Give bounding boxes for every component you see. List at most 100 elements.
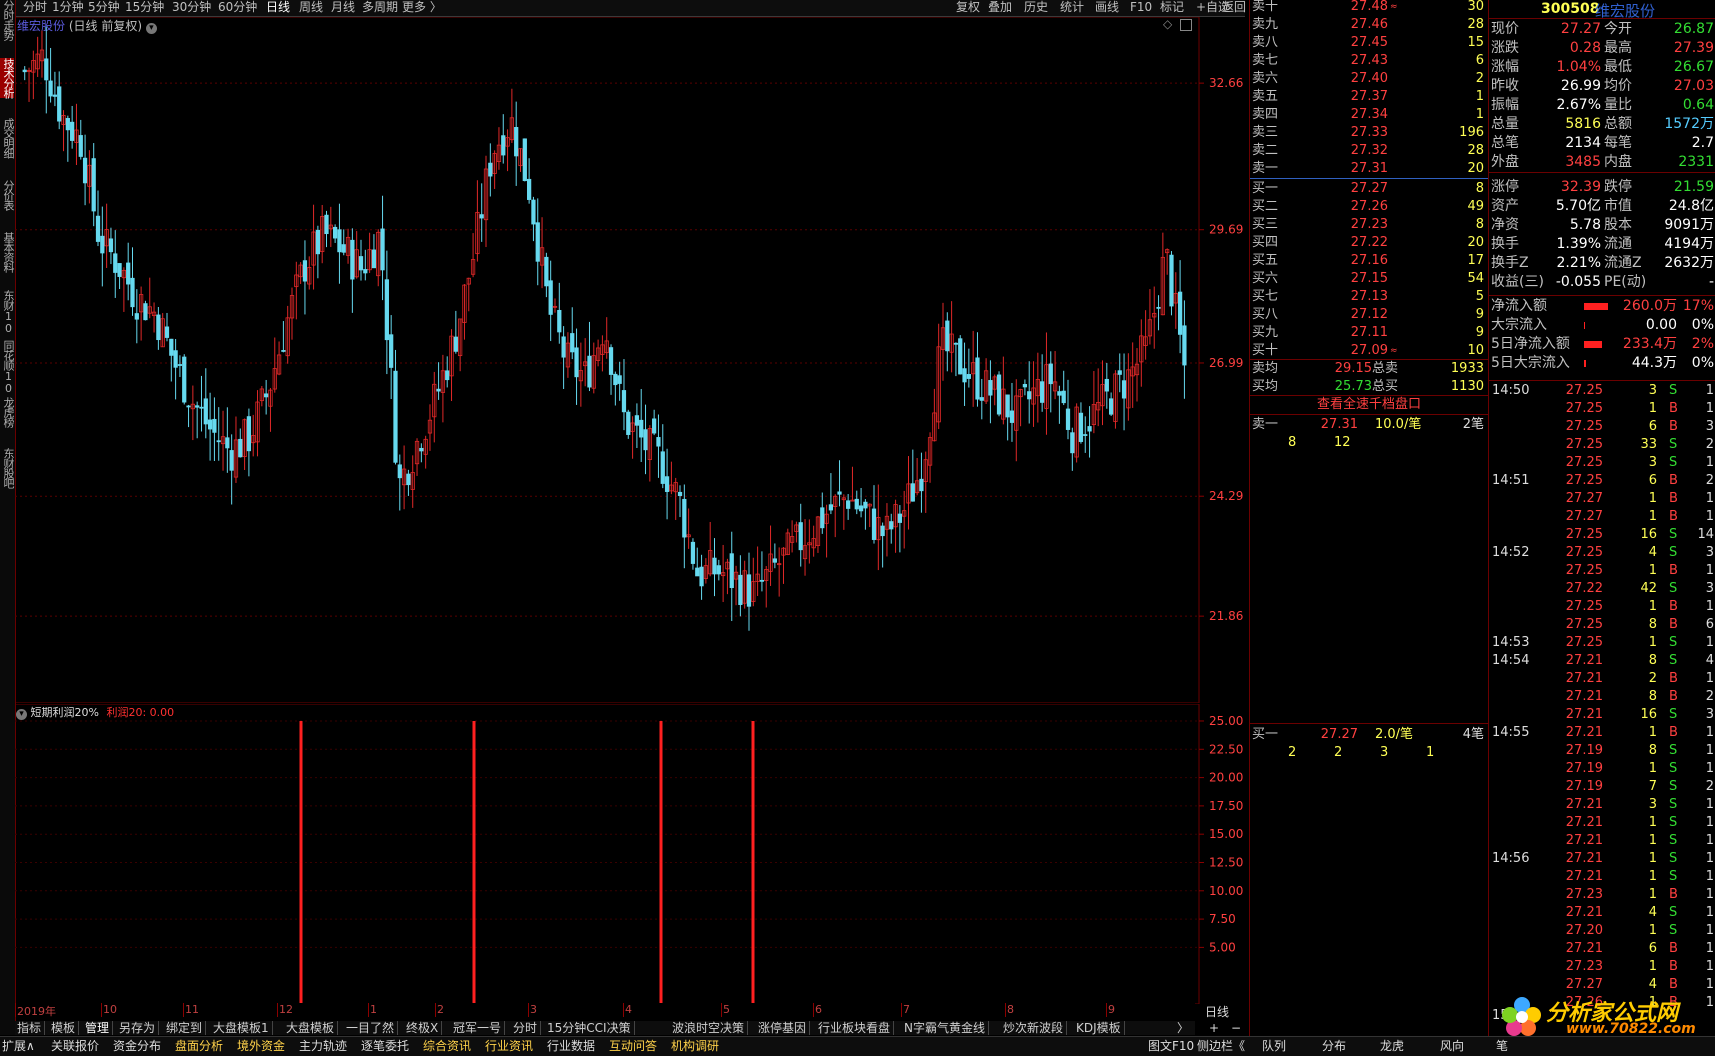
candle-body[interactable] bbox=[570, 333, 575, 353]
candle-body[interactable] bbox=[535, 222, 540, 262]
toolbar-item-4[interactable]: 30分钟 bbox=[172, 0, 211, 15]
bottom-right-1[interactable]: 侧边栏《 bbox=[1197, 1039, 1245, 1053]
candle-body[interactable] bbox=[712, 557, 717, 575]
template-more-icon[interactable]: 〉 bbox=[1177, 1021, 1192, 1035]
candle-body[interactable] bbox=[134, 313, 139, 320]
candle-body[interactable] bbox=[897, 513, 903, 523]
bottom-tab-6[interactable]: 逐笔委托 bbox=[361, 1039, 409, 1053]
toolbar-right-4[interactable]: 画线 bbox=[1095, 0, 1119, 15]
candle-body[interactable] bbox=[445, 370, 450, 381]
candle-body[interactable] bbox=[652, 418, 657, 434]
candle-body[interactable] bbox=[1065, 408, 1071, 430]
candle-body[interactable] bbox=[634, 415, 640, 426]
candle-body[interactable] bbox=[164, 326, 170, 338]
candle-body[interactable] bbox=[212, 418, 217, 433]
candle-body[interactable] bbox=[22, 69, 27, 73]
sell-level-row[interactable]: 卖九 27.46 28 bbox=[1250, 16, 1488, 34]
bottom-tab-5[interactable]: 主力轨迹 bbox=[299, 1039, 347, 1053]
toolbar-item-2[interactable]: 5分钟 bbox=[88, 0, 120, 15]
buy-level-row[interactable]: 买三 27.23 8 bbox=[1250, 216, 1488, 234]
candle-body[interactable] bbox=[130, 277, 135, 308]
template-tab-8[interactable]: 终极X bbox=[406, 1021, 443, 1035]
candle-body[interactable] bbox=[1027, 391, 1032, 400]
candle-body[interactable] bbox=[380, 228, 385, 271]
toolbar-item-6[interactable]: 日线 bbox=[266, 0, 290, 15]
candle-body[interactable] bbox=[246, 416, 252, 452]
candle-body[interactable] bbox=[453, 336, 458, 352]
template-tab-7[interactable]: 一目了然 bbox=[346, 1021, 399, 1035]
toolbar-item-1[interactable]: 1分钟 bbox=[52, 0, 84, 15]
candle-body[interactable] bbox=[384, 279, 389, 341]
candle-body[interactable] bbox=[216, 440, 221, 443]
candle-body[interactable] bbox=[358, 256, 364, 271]
candle-body[interactable] bbox=[70, 121, 75, 141]
candle-body[interactable] bbox=[91, 158, 96, 212]
candle-body[interactable] bbox=[1121, 380, 1127, 399]
buy-level-row[interactable]: 买九 27.11 9 bbox=[1250, 324, 1488, 342]
candle-body[interactable] bbox=[820, 507, 825, 529]
candle-body[interactable] bbox=[617, 375, 622, 384]
candle-body[interactable] bbox=[531, 199, 536, 225]
template-tab-9[interactable]: 冠军一号 bbox=[453, 1021, 506, 1035]
candle-body[interactable] bbox=[548, 280, 553, 315]
book-tab-2[interactable]: 龙虎 bbox=[1380, 1039, 1404, 1053]
book-tab-0[interactable]: 队列 bbox=[1262, 1039, 1286, 1053]
template-tab-5[interactable]: 大盘模板1 bbox=[213, 1021, 273, 1035]
candle-body[interactable] bbox=[1009, 410, 1015, 423]
candle-body[interactable] bbox=[664, 476, 670, 492]
candle-body[interactable] bbox=[880, 525, 885, 537]
template-tab-17[interactable]: KDJ模板 bbox=[1076, 1021, 1125, 1035]
candle-body[interactable] bbox=[966, 374, 971, 379]
candle-body[interactable] bbox=[186, 405, 191, 408]
candle-body[interactable] bbox=[1182, 325, 1187, 366]
buy-level-row[interactable]: 买五 27.16 17 bbox=[1250, 252, 1488, 270]
candle-body[interactable] bbox=[608, 347, 614, 375]
candle-body[interactable] bbox=[699, 566, 704, 587]
candle-body[interactable] bbox=[889, 521, 894, 530]
candle-body[interactable] bbox=[643, 429, 648, 451]
sell-level-row[interactable]: 卖七 27.43 6 bbox=[1250, 52, 1488, 70]
candle-body[interactable] bbox=[302, 260, 308, 282]
candle-body[interactable] bbox=[1169, 254, 1174, 307]
bottom-tab-8[interactable]: 行业资讯 bbox=[485, 1039, 533, 1053]
candle-body[interactable] bbox=[716, 565, 721, 575]
candle-body[interactable] bbox=[561, 336, 566, 358]
book-tab-4[interactable]: 笔 bbox=[1496, 1039, 1508, 1053]
candle-body[interactable] bbox=[988, 380, 993, 396]
candle-body[interactable] bbox=[195, 405, 200, 408]
toolbar-item-5[interactable]: 60分钟 bbox=[218, 0, 257, 15]
candle-body[interactable] bbox=[759, 579, 765, 582]
bottom-right-0[interactable]: 图文F10 bbox=[1148, 1039, 1194, 1053]
candle-body[interactable] bbox=[44, 58, 49, 81]
sell-level-row[interactable]: 卖八 27.45 15 bbox=[1250, 34, 1488, 52]
candle-body[interactable] bbox=[177, 364, 183, 366]
template-tab-16[interactable]: 炒次新波段 bbox=[1003, 1021, 1068, 1035]
candle-body[interactable] bbox=[182, 356, 187, 403]
toolbar-right-0[interactable]: 复权 bbox=[956, 0, 980, 15]
template-tab-12[interactable]: 波浪时空决策 bbox=[672, 1021, 749, 1035]
candle-body[interactable] bbox=[1156, 306, 1161, 309]
candle-body[interactable] bbox=[690, 541, 696, 564]
bottom-tab-2[interactable]: 资金分布 bbox=[113, 1039, 161, 1053]
candle-body[interactable] bbox=[871, 508, 877, 540]
candle-body[interactable] bbox=[979, 397, 984, 401]
buy-level-row[interactable]: 买八 27.12 9 bbox=[1250, 306, 1488, 324]
template-tab-0[interactable]: 指标 bbox=[17, 1021, 46, 1035]
candle-body[interactable] bbox=[557, 309, 562, 333]
candle-body[interactable] bbox=[48, 80, 53, 97]
candle-body[interactable] bbox=[199, 406, 204, 409]
candle-body[interactable] bbox=[315, 229, 321, 255]
candle-body[interactable] bbox=[746, 574, 752, 607]
candle-body[interactable] bbox=[919, 478, 924, 492]
sell-level-row[interactable]: 卖四 27.34 1 bbox=[1250, 106, 1488, 124]
sell-level-row[interactable]: 卖一 27.31 20 bbox=[1250, 160, 1488, 178]
candle-body[interactable] bbox=[910, 483, 915, 502]
candle-body[interactable] bbox=[371, 249, 377, 269]
toolbar-item-3[interactable]: 15分钟 bbox=[125, 0, 164, 15]
candle-body[interactable] bbox=[1117, 370, 1122, 375]
indicator-chart[interactable]: 25.00 22.50 20.00 17.50 15.00 12.50 10.00 7.50 5… bbox=[15, 704, 1245, 1004]
left-tab-7[interactable]: 龙虎榜 bbox=[0, 397, 15, 427]
candle-body[interactable] bbox=[337, 229, 342, 253]
template-tab-14[interactable]: 行业板块看盘 bbox=[818, 1021, 895, 1035]
template-tab-10[interactable]: 分时 bbox=[513, 1021, 542, 1035]
